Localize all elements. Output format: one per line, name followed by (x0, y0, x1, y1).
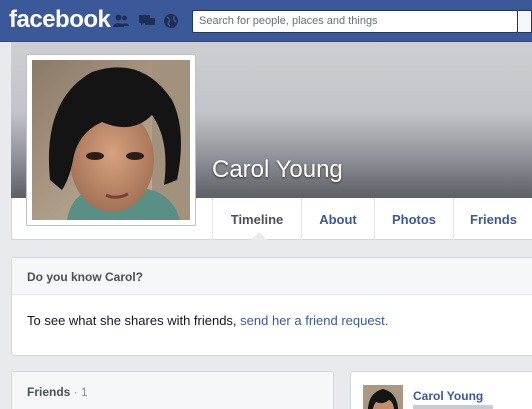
tab-about[interactable]: About (301, 198, 374, 240)
do-you-know-message: To see what she shares with friends, sen… (27, 313, 388, 328)
notifications-globe-icon[interactable] (162, 13, 180, 29)
messages-icon[interactable] (138, 13, 156, 29)
do-you-know-card: Do you know Carol? To see what she share… (11, 257, 532, 356)
search-placeholder: Search for people, places and things (199, 15, 378, 27)
post-author-name[interactable]: Carol Young (413, 389, 483, 403)
do-you-know-text: To see what she shares with friends, (27, 313, 241, 328)
tab-friends[interactable]: Friends (453, 198, 532, 240)
top-navigation-bar: facebook Search for people, places and t… (0, 0, 532, 42)
profile-name[interactable]: Carol Young (212, 156, 343, 184)
do-you-know-header: Do you know Carol? (12, 258, 532, 295)
friends-card: Friends · 1 (11, 371, 334, 409)
post-author-avatar[interactable] (363, 385, 403, 409)
post-timestamp-placeholder (413, 405, 493, 409)
search-input[interactable]: Search for people, places and things (192, 10, 518, 33)
friends-header: Friends · 1 (12, 372, 333, 409)
friend-requests-icon[interactable] (112, 13, 130, 29)
profile-tabs: Timeline About Photos Friends (212, 198, 532, 240)
friends-count: · 1 (70, 385, 88, 399)
friends-title[interactable]: Friends · 1 (27, 385, 88, 399)
timeline-post-card: Carol Young (350, 371, 532, 409)
search-button[interactable] (518, 10, 532, 33)
active-tab-caret (251, 232, 267, 240)
do-you-know-title: Do you know Carol? (27, 270, 144, 284)
facebook-logo[interactable]: facebook (9, 6, 111, 34)
friend-request-link[interactable]: send her a friend request. (240, 313, 388, 328)
profile-picture[interactable] (26, 54, 196, 226)
tab-photos[interactable]: Photos (374, 198, 453, 240)
profile-photo-image (32, 60, 190, 220)
